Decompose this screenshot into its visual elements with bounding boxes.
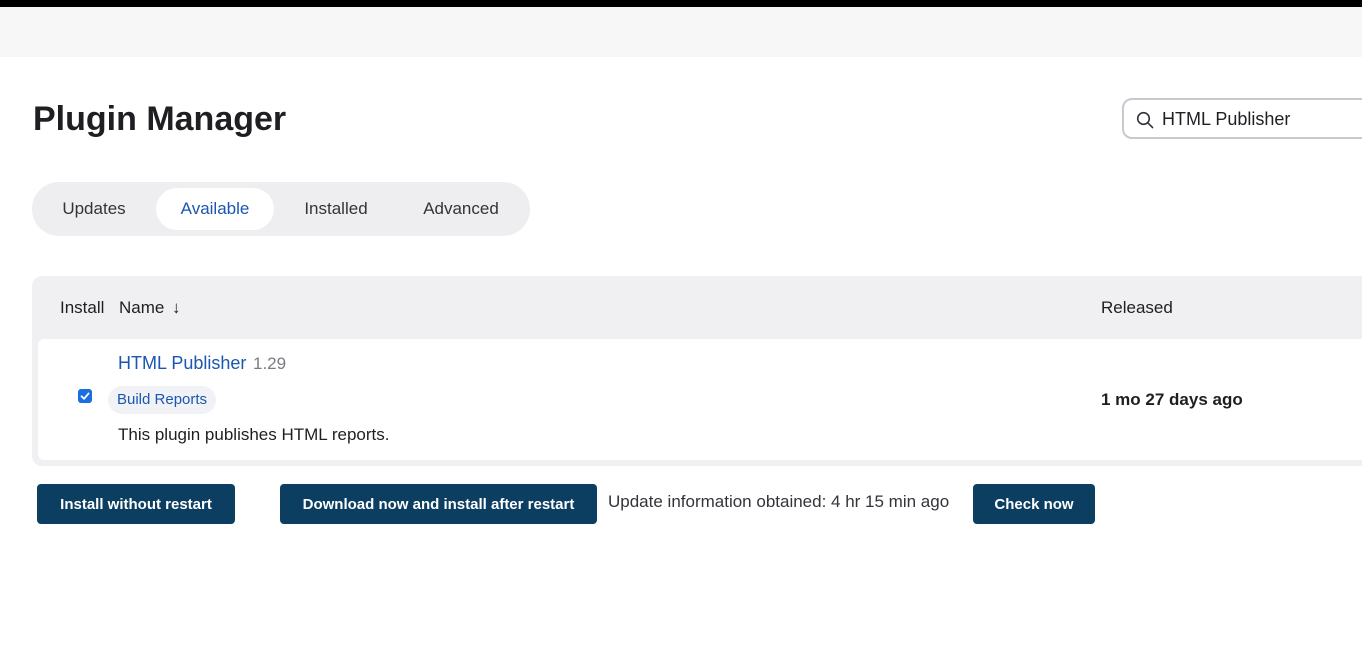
tab-available[interactable]: Available — [156, 188, 274, 230]
sort-arrow-icon[interactable]: ↓ — [172, 298, 181, 318]
category-tag[interactable]: Build Reports — [108, 386, 217, 414]
header-released[interactable]: Released — [1101, 298, 1173, 318]
header-install: Install — [60, 298, 105, 317]
plugins-table: Install Name ↓ Released HTML Publisher 1… — [32, 276, 1362, 466]
search-icon — [1136, 111, 1154, 129]
tab-bar: Updates Available Installed Advanced — [32, 182, 530, 236]
check-now-button[interactable]: Check now — [973, 484, 1095, 524]
plugin-description: This plugin publishes HTML reports. — [118, 425, 390, 444]
install-without-restart-button[interactable]: Install without restart — [37, 484, 235, 524]
plugin-version: 1.29 — [253, 354, 287, 373]
header-name[interactable]: Name — [119, 298, 164, 318]
top-strip — [0, 0, 1362, 7]
tab-advanced[interactable]: Advanced — [398, 188, 524, 230]
update-info-text: Update information obtained: 4 hr 15 min… — [608, 492, 950, 511]
released-value: 1 mo 27 days ago — [1101, 390, 1243, 409]
header-bar — [0, 7, 1362, 57]
tab-updates[interactable]: Updates — [38, 188, 150, 230]
download-install-after-restart-button[interactable]: Download now and install after restart — [280, 484, 597, 524]
plugin-name-link[interactable]: HTML Publisher — [118, 353, 246, 374]
search-input[interactable] — [1162, 108, 1362, 130]
page-title: Plugin Manager — [33, 100, 287, 138]
search-box[interactable] — [1122, 98, 1362, 139]
table-row: HTML Publisher 1.29 Build Reports This p… — [38, 339, 1362, 460]
tab-installed[interactable]: Installed — [280, 188, 392, 230]
install-checkbox[interactable] — [78, 389, 92, 403]
